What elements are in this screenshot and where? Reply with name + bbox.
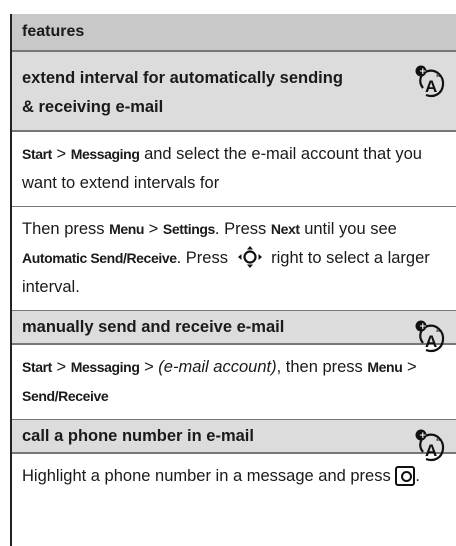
- key-menu: Menu: [367, 359, 403, 375]
- paragraph-text: . Press: [214, 220, 271, 238]
- svg-text:": ": [436, 328, 440, 338]
- separator: >: [51, 145, 71, 163]
- section-paragraph: Then press Menu > Settings. Press Next u…: [12, 206, 456, 310]
- navigation-key-icon: [237, 246, 262, 268]
- svg-text:": ": [436, 437, 440, 447]
- section-title-line2: & receiving e-mail: [22, 98, 164, 116]
- placeholder-account: (e-mail account): [158, 358, 277, 376]
- menu-path-messaging: Messaging: [70, 359, 140, 375]
- paragraph-text: until you see: [299, 220, 397, 238]
- table-header: features: [12, 14, 456, 51]
- section-paragraph: Start > Messaging and select the e-mail …: [12, 131, 456, 206]
- operator-feature-icon: + A ": [415, 320, 445, 353]
- menu-path-start: Start: [22, 359, 52, 375]
- section-title: call a phone number in e-mail: [22, 426, 254, 445]
- paragraph-text: , then press: [276, 358, 368, 376]
- key-next: Next: [270, 221, 300, 237]
- table-header-title: features: [22, 23, 85, 40]
- section-paragraph: Start > Messaging > (e-mail account), th…: [12, 344, 456, 419]
- paragraph-text: . Press: [176, 249, 233, 267]
- operator-feature-icon: + A ": [415, 429, 445, 462]
- svg-text:+: +: [419, 67, 427, 77]
- svg-text:": ": [436, 73, 440, 83]
- separator: >: [139, 358, 159, 376]
- operator-feature-icon: + A ": [415, 65, 445, 98]
- option-automatic-send-receive: Automatic Send/Receive: [22, 250, 177, 266]
- svg-text:+: +: [419, 322, 427, 332]
- separator: >: [51, 358, 71, 376]
- key-settings: Settings: [162, 221, 215, 237]
- section-title-call-number: call a phone number in e-mail + A ": [12, 419, 456, 462]
- section-title-line1: extend interval for automatically sendin…: [22, 69, 343, 87]
- option-send-receive: Send/Receive: [22, 388, 109, 404]
- separator: >: [402, 358, 417, 376]
- menu-path-messaging: Messaging: [70, 146, 140, 162]
- menu-path-start: Start: [22, 146, 52, 162]
- key-menu: Menu: [109, 221, 145, 237]
- separator: >: [144, 220, 163, 238]
- section-title: manually send and receive e-mail: [22, 317, 285, 336]
- center-select-key-icon: [395, 466, 416, 486]
- section-paragraph: Highlight a phone number in a message an…: [12, 453, 456, 499]
- svg-text:+: +: [419, 431, 427, 441]
- feature-table: features extend interval for automatical…: [10, 14, 456, 546]
- section-title-extend-interval: extend interval for automatically sendin…: [12, 51, 456, 131]
- section-title-manual-send: manually send and receive e-mail + A ": [12, 310, 456, 353]
- paragraph-text: .: [415, 467, 420, 485]
- paragraph-text: Highlight a phone number in a message an…: [22, 467, 396, 485]
- paragraph-text: Then press: [22, 220, 110, 238]
